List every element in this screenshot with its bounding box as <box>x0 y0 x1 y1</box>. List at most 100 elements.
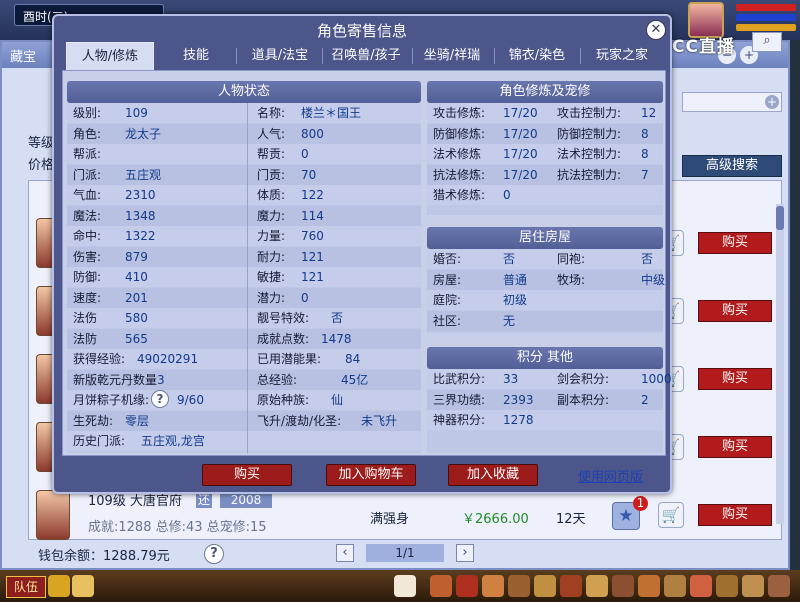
row-stripe <box>67 144 421 164</box>
page-indicator: 1/1 <box>366 544 444 562</box>
stat-value: 否 <box>503 252 516 266</box>
prev-page-button[interactable]: ‹ <box>336 544 354 562</box>
chat-icon[interactable] <box>48 575 70 597</box>
tray-item-icon[interactable] <box>560 575 582 597</box>
row-stripe <box>67 287 421 308</box>
help-icon[interactable]: ? <box>151 390 169 408</box>
pet-icon[interactable] <box>394 575 416 597</box>
stat-value: 0 <box>301 147 309 161</box>
tab-summons[interactable]: 召唤兽/孩子 <box>324 42 408 70</box>
web-version-link[interactable]: 使用网页版 <box>578 466 643 485</box>
status-left-row: 门派: 五庄观 <box>73 165 161 185</box>
tray-item-icon[interactable] <box>716 575 738 597</box>
tray-item-icon[interactable] <box>638 575 660 597</box>
stat-value: 7 <box>641 167 649 182</box>
stat-label: 房屋: <box>433 272 462 287</box>
buy-button[interactable]: 购买 <box>202 464 292 486</box>
stat-value: 800 <box>301 126 324 141</box>
stat-value: 2 <box>641 392 649 407</box>
advanced-search-button[interactable]: 高级搜索 <box>682 155 782 177</box>
stat-label: 总经验: <box>257 372 298 387</box>
tray-item-icon[interactable] <box>768 575 790 597</box>
points-section: 比武积分: 33 剑会积分: 1000 三界功绩: 2393 副本积分: 2 神器积分: 1278 <box>427 369 672 453</box>
stat-value: 零层 <box>125 413 150 428</box>
add-to-favorites-button[interactable]: 加入收藏 <box>448 464 538 486</box>
listing-buy-button[interactable]: 购买 <box>698 232 772 254</box>
stat-value: 17/20 <box>503 167 538 182</box>
add-icon[interactable]: + <box>765 95 779 109</box>
add-to-cart-button[interactable]: 加入购物车 <box>326 464 416 486</box>
listing-buy-button[interactable]: 购买 <box>698 368 772 390</box>
search-icon[interactable]: ⌕ <box>752 32 782 52</box>
listing-scrollbar[interactable] <box>776 204 784 524</box>
stat-value: 1348 <box>125 208 156 223</box>
stat-row-right: 副本积分: 2 <box>557 390 649 410</box>
tab-items[interactable]: 道具/法宝 <box>242 42 318 70</box>
listing-days: 12天 <box>556 512 586 527</box>
status-left-row: 法防 565 <box>73 329 148 349</box>
listing-buy-button[interactable]: 购买 <box>698 300 772 322</box>
stat-label: 同袍: <box>557 252 586 266</box>
status-left-row: 新版乾元丹数量 3 <box>73 370 165 390</box>
stat-row-right: 剑会积分: 1000 <box>557 369 672 389</box>
stat-value: 五庄观 <box>125 167 162 182</box>
stat-value: 879 <box>125 249 148 264</box>
tray-item-icon[interactable] <box>664 575 686 597</box>
tray-item-icon[interactable] <box>742 575 764 597</box>
status-section-header: 人物状态 <box>67 81 421 103</box>
tab-separator <box>580 48 581 64</box>
stat-value: 楼兰＊国王 <box>301 106 362 120</box>
tray-item-icon[interactable] <box>586 575 608 597</box>
emote-icon[interactable] <box>72 575 94 597</box>
tray-item-icon[interactable] <box>456 575 478 597</box>
filter-input[interactable]: + <box>682 92 782 112</box>
close-icon[interactable]: ✕ <box>646 20 666 40</box>
stat-label: 副本积分: <box>557 392 610 407</box>
stat-row-left: 防御修炼: 17/20 <box>433 124 538 144</box>
listing-buy-button[interactable]: 购买 <box>698 436 772 458</box>
listing-buy-button[interactable]: 购买 <box>698 504 772 526</box>
stat-value: 1478 <box>321 331 352 346</box>
tab-home[interactable]: 玩家之家 <box>582 42 662 70</box>
tray-item-icon[interactable] <box>482 575 504 597</box>
stat-label: 体质: <box>257 188 286 202</box>
status-right-row: 名称: 楼兰＊国王 <box>257 103 361 123</box>
help-icon[interactable]: ? <box>204 544 224 564</box>
row-stripe <box>427 269 663 290</box>
stat-label: 角色: <box>73 126 102 141</box>
tab-skills[interactable]: 技能 <box>164 42 228 70</box>
stat-label: 敏捷: <box>257 270 286 284</box>
stat-value: 201 <box>125 290 148 305</box>
tray-item-icon[interactable] <box>690 575 712 597</box>
stat-label: 气血: <box>73 188 102 202</box>
scrollbar-thumb[interactable] <box>776 206 784 230</box>
listing-physique: 满强身 <box>370 512 410 527</box>
tab-outfits[interactable]: 锦衣/染色 <box>496 42 578 70</box>
tray-item-icon[interactable] <box>430 575 452 597</box>
status-left-row: 伤害: 879 <box>73 247 148 267</box>
status-left-row: 魔法: 1348 <box>73 206 156 226</box>
tab-mounts[interactable]: 坐骑/祥瑞 <box>414 42 490 70</box>
stat-value: 否 <box>331 311 344 325</box>
stat-row-right: 攻击控制力: 12 <box>557 103 656 123</box>
status-right-row: 原始种族: 仙 <box>257 390 343 410</box>
next-page-button[interactable]: › <box>456 544 474 562</box>
status-left-row: 速度: 201 <box>73 288 148 308</box>
status-right-row: 敏捷: 121 <box>257 267 324 287</box>
cart-icon[interactable]: 🛒 <box>658 502 684 528</box>
stat-label: 剑会积分: <box>557 372 610 386</box>
status-section: 级别: 109 角色: 龙太子 帮派: 门派: 五庄观 气血: 2310 魔法: 1348 命中: 13… <box>67 103 421 453</box>
listing-year: 2008 <box>220 492 272 508</box>
stat-label: 三界功绩: <box>433 392 486 407</box>
stat-value: 17/20 <box>503 126 538 141</box>
tab-separator <box>322 48 323 64</box>
tab-character[interactable]: 人物/修炼 <box>66 42 154 70</box>
stat-row-left: 猎术修炼: 0 <box>433 185 511 205</box>
tray-item-icon[interactable] <box>534 575 556 597</box>
tray-item-icon[interactable] <box>508 575 530 597</box>
dialog-tabs: 人物/修炼 技能 道具/法宝 召唤兽/孩子 坐骑/祥瑞 锦衣/染色 玩家之家 <box>66 42 662 70</box>
stat-row-left: 社区: 无 <box>433 311 515 331</box>
team-button[interactable]: 队伍 <box>6 576 46 598</box>
stat-label: 猎术修炼: <box>433 188 486 202</box>
tray-item-icon[interactable] <box>612 575 634 597</box>
